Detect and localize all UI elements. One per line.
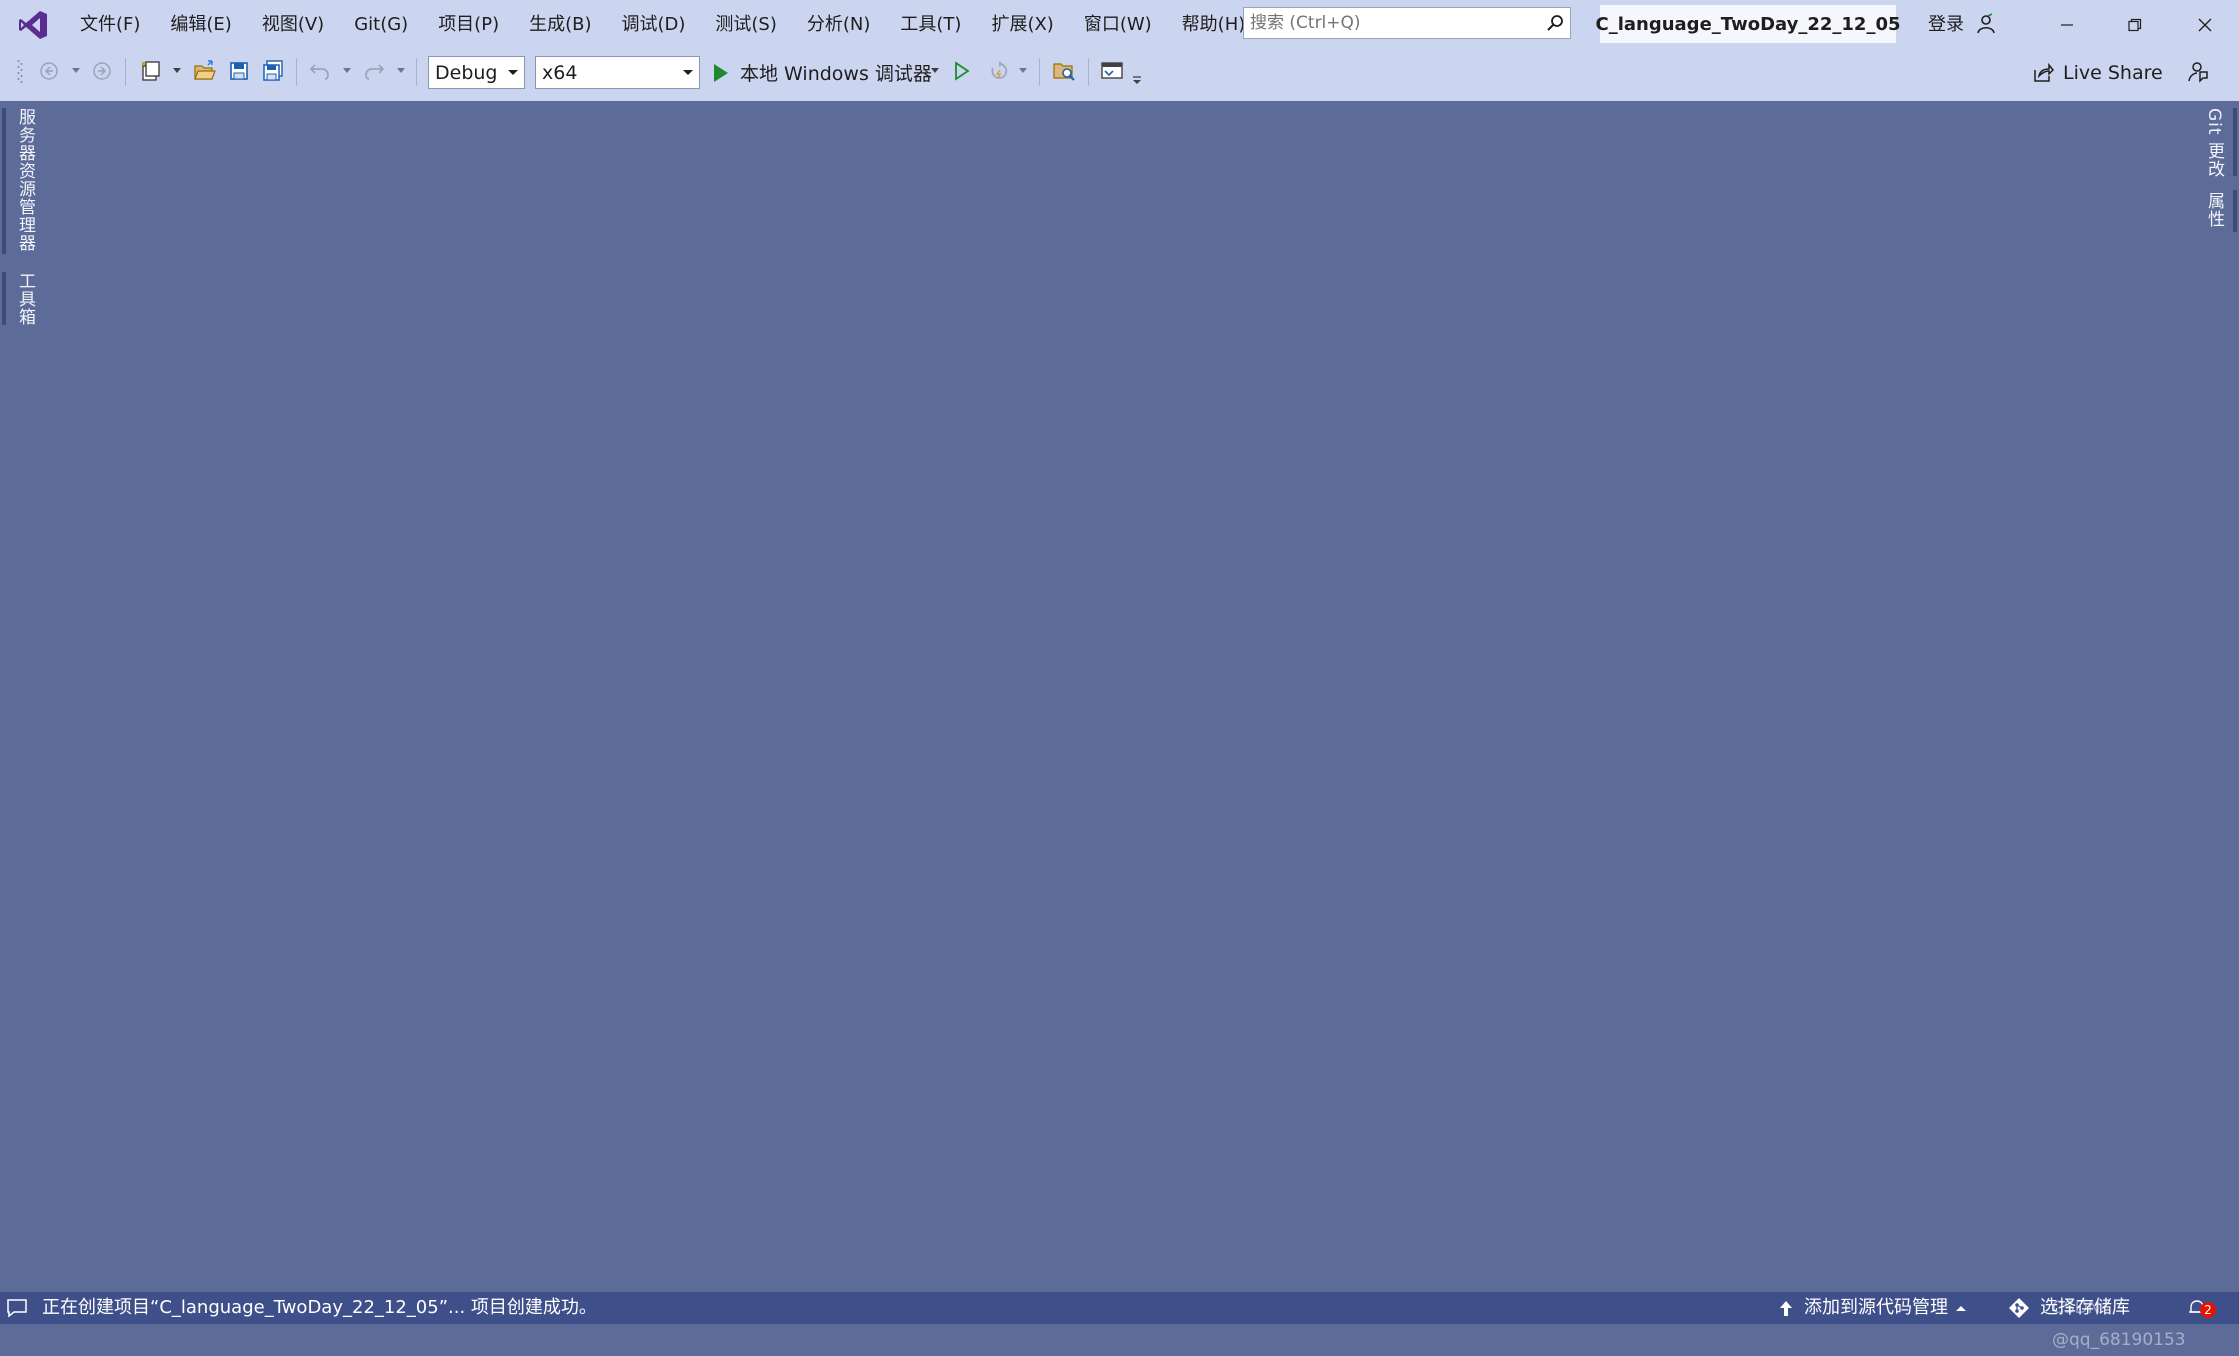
find-in-files-icon[interactable]: [1049, 57, 1079, 85]
undo-dropdown-icon[interactable]: [341, 57, 353, 85]
chevron-down-icon: [683, 70, 693, 75]
redo-dropdown-icon[interactable]: [395, 57, 407, 85]
menu-view[interactable]: 视图(V): [247, 0, 339, 50]
editor-workspace: [30, 101, 2200, 1290]
visual-studio-logo-icon: [13, 5, 53, 45]
configuration-value: Debug: [435, 61, 498, 84]
git-changes-tab-marker: [2233, 108, 2237, 176]
search-input[interactable]: [1244, 12, 1540, 34]
live-share-button[interactable]: Live Share: [2032, 56, 2163, 89]
solution-platform-select[interactable]: x64: [535, 56, 700, 89]
close-icon: [2198, 18, 2212, 32]
toolbar-grip-icon[interactable]: [16, 57, 24, 85]
menu-window[interactable]: 窗口(W): [1069, 0, 1167, 50]
add-to-source-control-label: 添加到源代码管理: [1804, 1297, 1948, 1318]
search-icon[interactable]: [1540, 14, 1570, 32]
sign-in-link[interactable]: 登录: [1928, 0, 1964, 50]
git-changes-tab[interactable]: Git 更改: [2202, 108, 2227, 178]
window-layout-icon[interactable]: [1097, 57, 1127, 85]
add-to-source-control-button[interactable]: 添加到源代码管理: [1778, 1292, 1966, 1324]
restore-button[interactable]: [2101, 0, 2169, 50]
live-share-icon: [2034, 62, 2054, 82]
start-without-debugging-icon[interactable]: [949, 57, 975, 85]
live-share-label: Live Share: [2063, 61, 2163, 84]
restore-icon: [2128, 18, 2142, 32]
start-debugging-label: 本地 Windows 调试器: [740, 63, 932, 85]
properties-tab[interactable]: 属性: [2202, 192, 2227, 228]
menu-build[interactable]: 生成(B): [514, 0, 606, 50]
server-explorer-tab-marker: [2, 108, 6, 254]
menu-debug[interactable]: 调试(D): [607, 0, 701, 50]
toolbar-separator: [296, 58, 297, 86]
menu-analyze[interactable]: 分析(N): [792, 0, 886, 50]
minimize-button[interactable]: [2033, 0, 2101, 50]
new-project-dropdown-icon[interactable]: [171, 57, 183, 85]
undo-icon[interactable]: [306, 57, 334, 85]
solution-configuration-select[interactable]: Debug: [428, 56, 525, 89]
debug-target-dropdown-icon[interactable]: [928, 57, 942, 85]
menu-edit[interactable]: 编辑(E): [155, 0, 246, 50]
toolbar-separator: [416, 58, 417, 86]
menu-test[interactable]: 测试(S): [700, 0, 791, 50]
navigate-back-icon[interactable]: [36, 57, 62, 85]
arrow-up-icon: [1780, 1301, 1792, 1316]
toolbar-separator: [1088, 58, 1089, 86]
menu-extensions[interactable]: 扩展(X): [976, 0, 1068, 50]
redo-icon[interactable]: [360, 57, 388, 85]
status-message: 正在创建项目“C_language_TwoDay_22_12_05”... 项目…: [42, 1297, 597, 1318]
output-window-icon[interactable]: [6, 1298, 28, 1323]
account-icon[interactable]: [1975, 13, 1997, 39]
save-icon[interactable]: [225, 57, 253, 85]
toolbox-tab-marker: [2, 272, 6, 325]
toolbar-separator: [125, 58, 126, 86]
play-icon: [714, 63, 728, 82]
platform-value: x64: [542, 61, 578, 84]
hot-reload-dropdown-icon[interactable]: [1017, 57, 1029, 85]
properties-tab-marker: [2233, 190, 2237, 232]
solution-title: C_language_TwoDay_22_12_05: [1596, 5, 1901, 43]
git-icon: [2009, 1298, 2029, 1318]
status-bar: 正在创建项目“C_language_TwoDay_22_12_05”... 项目…: [0, 1292, 2239, 1350]
menu-bar: 文件(F) 编辑(E) 视图(V) Git(G) 项目(P) 生成(B) 调试(…: [65, 0, 1260, 50]
save-all-icon[interactable]: [258, 57, 288, 85]
open-file-icon[interactable]: [191, 57, 219, 85]
notification-count-badge: 2: [2200, 1302, 2216, 1318]
menu-git[interactable]: Git(G): [339, 0, 423, 50]
search-box[interactable]: [1243, 7, 1571, 39]
new-project-icon[interactable]: [137, 57, 165, 85]
chevron-down-icon: [508, 70, 518, 75]
minimize-icon: [2061, 24, 2073, 26]
navigate-forward-icon[interactable]: [89, 57, 115, 85]
title-bar: 文件(F) 编辑(E) 视图(V) Git(G) 项目(P) 生成(B) 调试(…: [0, 0, 2239, 50]
toolbar-separator: [1039, 58, 1040, 86]
toolbar-options-dropdown-icon[interactable]: [1131, 66, 1143, 94]
menu-project[interactable]: 项目(P): [423, 0, 514, 50]
close-window-button[interactable]: [2171, 0, 2239, 50]
feedback-icon[interactable]: [2182, 57, 2212, 85]
menu-file[interactable]: 文件(F): [65, 0, 155, 50]
back-dropdown-icon[interactable]: [70, 57, 82, 85]
start-debugging-button[interactable]: 本地 Windows 调试器: [712, 56, 932, 89]
hot-reload-icon[interactable]: [985, 57, 1013, 85]
menu-tools[interactable]: 工具(T): [885, 0, 976, 50]
chevron-up-icon: [1956, 1305, 1966, 1311]
